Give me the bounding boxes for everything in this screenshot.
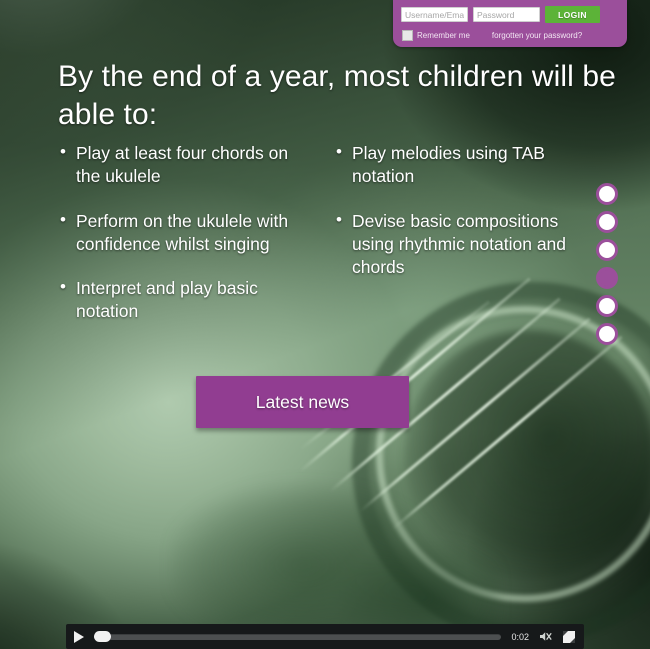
list-item: Interpret and play basic notation <box>58 276 312 324</box>
video-progress-track <box>94 633 502 640</box>
slider-dot-5[interactable] <box>596 295 618 317</box>
list-item: Play at least four chords on the ukulele <box>58 141 312 189</box>
slider-dot-4[interactable] <box>596 267 618 289</box>
page-title: By the end of a year, most children will… <box>58 60 616 132</box>
bullet-list-left: Play at least four chords on the ukulele… <box>58 141 312 324</box>
page-root: LOGIN Remember me forgotten your passwor… <box>0 0 650 649</box>
remember-me-label: Remember me <box>417 31 470 40</box>
slider-dot-3[interactable] <box>596 239 618 261</box>
video-control-bar: 0:02 <box>66 624 584 649</box>
hand-blur <box>170 470 500 649</box>
slider-dot-6[interactable] <box>596 323 618 345</box>
slider-dot-1[interactable] <box>596 183 618 205</box>
objectives-columns: Play at least four chords on the ukulele… <box>58 141 588 345</box>
bullet-list-right: Play melodies using TAB notation Devise … <box>334 141 588 280</box>
login-panel: LOGIN Remember me forgotten your passwor… <box>393 0 627 47</box>
login-options-row: Remember me forgotten your password? <box>402 30 618 41</box>
play-icon[interactable] <box>74 630 84 643</box>
password-input[interactable] <box>473 7 540 22</box>
forgot-password-link[interactable]: forgotten your password? <box>492 31 582 40</box>
slider-pagination <box>596 183 618 345</box>
video-time-label: 0:02 <box>511 631 529 642</box>
fullscreen-icon[interactable] <box>561 629 576 644</box>
objectives-column-left: Play at least four chords on the ukulele… <box>58 141 312 345</box>
speaker-muted-icon[interactable] <box>538 629 553 644</box>
list-item: Devise basic compositions using rhythmic… <box>334 209 588 280</box>
list-item: Play melodies using TAB notation <box>334 141 588 189</box>
latest-news-button[interactable]: Latest news <box>196 376 409 428</box>
remember-me-checkbox[interactable] <box>402 30 413 41</box>
slider-dot-2[interactable] <box>596 211 618 233</box>
objectives-column-right: Play melodies using TAB notation Devise … <box>334 141 588 345</box>
list-item: Perform on the ukulele with confidence w… <box>58 209 312 257</box>
video-progress-bar[interactable] <box>94 631 502 642</box>
video-progress-handle[interactable] <box>94 631 111 642</box>
username-input[interactable] <box>401 7 468 22</box>
login-button[interactable]: LOGIN <box>545 6 600 23</box>
login-fields-row: LOGIN <box>401 6 600 23</box>
